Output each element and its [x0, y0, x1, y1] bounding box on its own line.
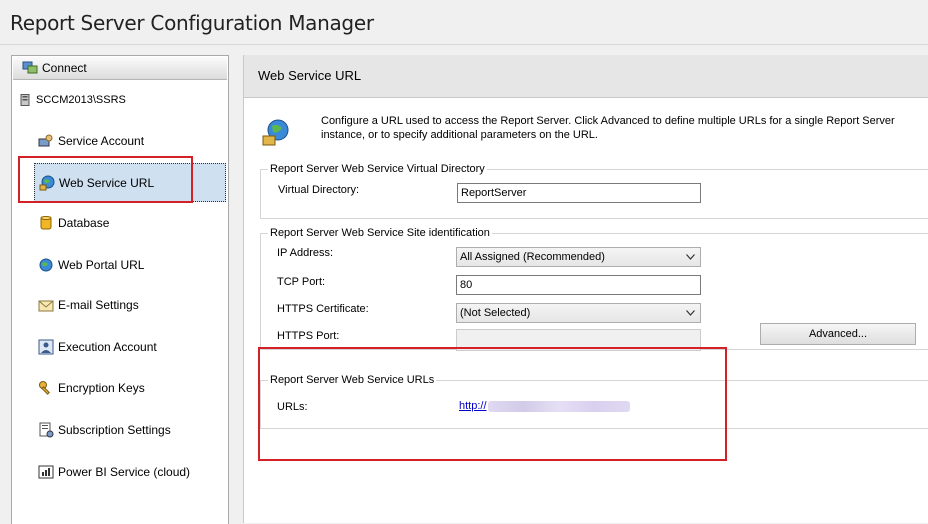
redacted-url-segment	[487, 400, 630, 412]
sidebar: Connect SCCM2013\SSRS Service Account We…	[11, 55, 229, 524]
sidebar-item-database[interactable]: Database	[34, 204, 226, 242]
group-legend: Report Server Web Service Virtual Direct…	[268, 163, 487, 175]
server-name: SCCM2013\SSRS	[20, 94, 126, 106]
virtual-directory-input[interactable]: ReportServer	[457, 183, 701, 203]
group-legend: Report Server Web Service URLs	[268, 374, 437, 386]
server-icon	[20, 94, 30, 106]
chevron-down-icon	[684, 248, 696, 266]
server-name-label: SCCM2013\SSRS	[36, 94, 126, 106]
sidebar-item-label: Power BI Service (cloud)	[58, 465, 191, 479]
key-icon	[38, 380, 54, 396]
sidebar-item-label: Web Portal URL	[58, 258, 145, 272]
sidebar-item-encryption-keys[interactable]: Encryption Keys	[34, 369, 226, 407]
tcp-port-label: TCP Port:	[277, 276, 326, 288]
https-port-label: HTTPS Port:	[277, 330, 340, 342]
connect-button[interactable]: Connect	[13, 57, 227, 80]
urls-label: URLs:	[277, 401, 308, 413]
sidebar-item-power-bi-service[interactable]: Power BI Service (cloud)	[34, 453, 226, 491]
connect-icon	[22, 61, 38, 75]
sidebar-item-label: Execution Account	[58, 340, 157, 354]
power-bi-icon	[38, 464, 54, 480]
service-account-icon	[38, 133, 54, 149]
web-service-url-icon	[261, 118, 291, 148]
group-legend: Report Server Web Service Site identific…	[268, 227, 492, 239]
window-title: Report Server Configuration Manager	[10, 11, 374, 35]
sidebar-item-web-portal-url[interactable]: Web Portal URL	[34, 246, 226, 284]
sidebar-item-service-account[interactable]: Service Account	[34, 122, 226, 160]
https-certificate-select[interactable]: (Not Selected)	[456, 303, 701, 323]
sidebar-item-label: Service Account	[58, 134, 145, 148]
virtual-directory-label: Virtual Directory:	[278, 184, 360, 196]
web-service-url-icon	[39, 175, 55, 191]
sidebar-item-label: Database	[58, 216, 110, 230]
chevron-down-icon	[684, 304, 696, 322]
connect-label: Connect	[42, 61, 87, 75]
https-certificate-label: HTTPS Certificate:	[277, 303, 369, 315]
email-icon	[38, 297, 54, 313]
title-bar: Report Server Configuration Manager	[0, 0, 928, 45]
url-text: http://	[459, 400, 487, 412]
sidebar-item-execution-account[interactable]: Execution Account	[34, 328, 226, 366]
database-icon	[38, 215, 54, 231]
execution-account-icon	[38, 339, 54, 355]
https-port-input[interactable]	[456, 329, 701, 351]
sidebar-item-label: Subscription Settings	[58, 423, 171, 437]
subscription-icon	[38, 422, 54, 438]
sidebar-item-web-service-url[interactable]: Web Service URL	[34, 163, 226, 202]
https-certificate-value: (Not Selected)	[460, 307, 531, 319]
page-description: Configure a URL used to access the Repor…	[321, 115, 895, 141]
main-header: Web Service URL	[244, 55, 928, 98]
page-title: Web Service URL	[258, 68, 362, 83]
sidebar-item-label: Web Service URL	[59, 175, 155, 190]
sidebar-item-email-settings[interactable]: E-mail Settings	[34, 286, 226, 324]
virtual-directory-group: Report Server Web Service Virtual Direct…	[260, 163, 928, 219]
globe-icon	[38, 257, 54, 273]
tcp-port-input[interactable]: 80	[456, 275, 701, 295]
ip-address-value: All Assigned (Recommended)	[460, 251, 605, 263]
sidebar-item-subscription-settings[interactable]: Subscription Settings	[34, 411, 226, 449]
sidebar-item-label: Encryption Keys	[58, 381, 145, 395]
sidebar-item-label: E-mail Settings	[58, 298, 139, 312]
advanced-button[interactable]: Advanced...	[760, 323, 916, 345]
ip-address-select[interactable]: All Assigned (Recommended)	[456, 247, 701, 267]
ip-address-label: IP Address:	[277, 247, 334, 259]
main-panel: Web Service URL Configure a URL used to …	[243, 55, 928, 523]
web-service-url-link[interactable]: http://	[459, 400, 630, 412]
